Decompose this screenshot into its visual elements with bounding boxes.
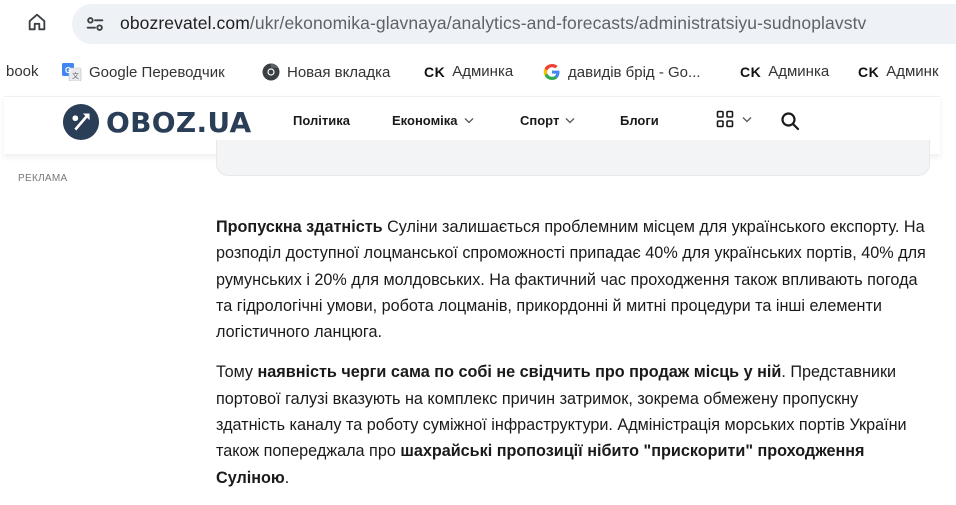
grid-icon (716, 110, 734, 128)
bookmark-label: Новая вкладка (287, 63, 391, 81)
address-bar[interactable]: obozrevatel.com/ukr/ekonomika-glavnaya/a… (72, 4, 956, 44)
chrome-icon (262, 63, 280, 81)
ad-label: РЕКЛАМА (18, 173, 68, 184)
google-icon (543, 64, 560, 80)
ck-icon: CK (858, 63, 880, 80)
browser-toolbar: obozrevatel.com/ukr/ekonomika-glavnaya/a… (0, 0, 956, 48)
chevron-down-icon (742, 116, 752, 122)
nav-blogs[interactable]: Блоги (620, 113, 659, 128)
paragraph-text: Суліни залишається проблемним місцем для… (216, 218, 926, 342)
url-text[interactable]: obozrevatel.com/ukr/ekonomika-glavnaya/a… (120, 13, 866, 34)
nav-sport[interactable]: Спорт (520, 113, 575, 128)
bookmark-google-search[interactable]: давидів брід - Go... (543, 63, 701, 81)
bookmark-admin-3[interactable]: CK Админк (858, 63, 939, 80)
article-paragraph: Тому наявність черги сама по собі не сві… (216, 359, 926, 490)
bookmark-admin-2[interactable]: CK Админка (740, 63, 829, 80)
url-host: obozrevatel.com (120, 13, 250, 33)
bold-text: Пропускна здатність (216, 218, 383, 236)
nav-label: Спорт (520, 113, 560, 128)
url-path: /ukr/ekonomika-glavnaya/analytics-and-fo… (249, 13, 867, 33)
svg-text:文: 文 (72, 71, 79, 80)
bookmark-google-translate[interactable]: G 文 Google Переводчик (62, 63, 225, 81)
site-settings-icon[interactable] (84, 13, 106, 35)
article-body: Пропускна здатність Суліни залишається п… (216, 214, 926, 505)
nav-label: Економіка (392, 113, 458, 128)
bookmarks-bar: book G 文 Google Переводчик Новая вкладка… (0, 56, 956, 90)
search-icon[interactable] (780, 111, 800, 131)
svg-text:G: G (65, 66, 71, 75)
bookmark-label: Админка (452, 63, 514, 80)
oboz-logo-icon (62, 103, 100, 141)
bookmark-new-tab[interactable]: Новая вкладка (262, 63, 390, 81)
ck-icon: CK (740, 63, 762, 80)
nav-economy[interactable]: Економіка (392, 113, 474, 128)
paragraph-text: . (284, 468, 290, 487)
chevron-down-icon (464, 118, 474, 124)
home-icon[interactable] (26, 11, 48, 33)
bookmark-label: Админк (886, 63, 939, 80)
nav-politics[interactable]: Політика (293, 113, 350, 128)
content-box-edge (216, 140, 930, 176)
bookmark-label: book (6, 63, 39, 80)
bookmark-label: Google Переводчик (89, 63, 225, 81)
paragraph-text: Тому (216, 363, 258, 382)
site-logo[interactable]: OBOZ.UA (62, 102, 252, 142)
nav-label: Політика (293, 113, 350, 128)
nav-label: Блоги (620, 113, 659, 128)
chevron-down-icon (565, 118, 575, 124)
bookmark-admin-1[interactable]: CK Админка (424, 63, 513, 80)
bookmark-label: Админка (768, 63, 830, 80)
google-translate-icon: G 文 (62, 63, 82, 81)
bookmark-label: давидів брід - Go... (568, 63, 701, 81)
logo-text: OBOZ.UA (106, 105, 252, 139)
more-menu-button[interactable] (716, 110, 752, 128)
bookmark-book[interactable]: book (6, 63, 39, 80)
article-paragraph: Пропускна здатність Суліни залишається п… (216, 214, 926, 345)
bold-text: наявність черги сама по собі не свідчить… (257, 363, 782, 382)
ck-icon: CK (424, 63, 446, 80)
